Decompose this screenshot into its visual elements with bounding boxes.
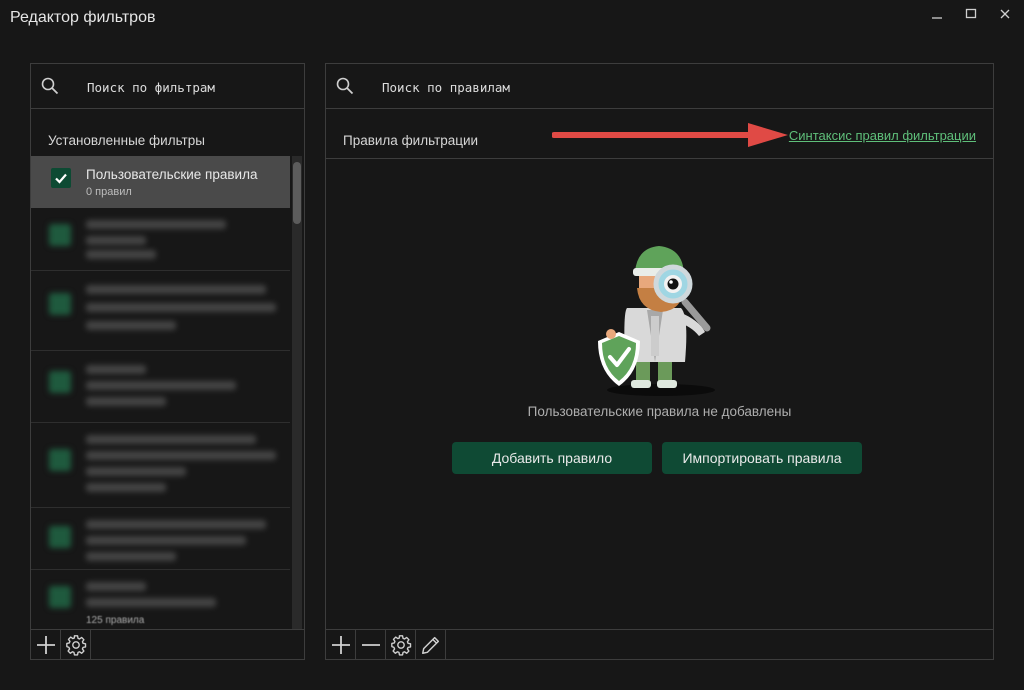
checkbox[interactable] bbox=[49, 371, 71, 393]
annotation-arrow-icon bbox=[552, 123, 788, 147]
edit-rule-button[interactable] bbox=[416, 630, 446, 659]
maximize-icon bbox=[965, 8, 977, 19]
maximize-button[interactable] bbox=[956, 4, 986, 24]
user-rules-count: 0 правил bbox=[86, 186, 132, 198]
list-item[interactable] bbox=[31, 271, 290, 351]
blurred-text bbox=[86, 552, 176, 561]
user-rules-name: Пользовательские правила bbox=[86, 167, 258, 182]
detective-illustration bbox=[598, 246, 715, 396]
add-filter-button[interactable] bbox=[31, 630, 61, 659]
filters-panel: Установленные фильтры Пользовательские п… bbox=[30, 63, 305, 660]
checkbox[interactable] bbox=[49, 293, 71, 315]
checkbox[interactable] bbox=[49, 526, 71, 548]
rule-settings-button[interactable] bbox=[386, 630, 416, 659]
remove-rule-button[interactable] bbox=[356, 630, 386, 659]
search-icon bbox=[41, 77, 59, 100]
blurred-text bbox=[86, 321, 176, 330]
blurred-text bbox=[86, 582, 146, 591]
list-item[interactable] bbox=[31, 208, 290, 271]
filters-search-bar bbox=[31, 64, 304, 109]
blurred-text bbox=[86, 365, 146, 374]
blurred-text bbox=[86, 250, 156, 259]
checkbox[interactable] bbox=[49, 449, 71, 471]
syntax-rules-link[interactable]: Синтаксис правил фильтрации bbox=[789, 128, 976, 143]
blurred-text bbox=[86, 397, 166, 406]
partial-rule-count: 125 правила bbox=[86, 615, 145, 626]
blurred-text bbox=[86, 220, 226, 229]
blurred-text bbox=[86, 483, 166, 492]
checkbox[interactable] bbox=[49, 224, 71, 246]
blurred-text bbox=[86, 451, 276, 460]
filters-scrollbar[interactable] bbox=[292, 156, 302, 629]
list-item[interactable] bbox=[31, 351, 290, 423]
search-icon bbox=[336, 77, 354, 100]
add-rule-button[interactable]: Добавить правило bbox=[452, 442, 652, 474]
blurred-text bbox=[86, 520, 266, 529]
close-button[interactable] bbox=[990, 4, 1020, 24]
minimize-icon bbox=[932, 17, 942, 19]
empty-state-message: Пользовательские правила не добавлены bbox=[527, 404, 792, 419]
blurred-text bbox=[86, 598, 216, 607]
rules-panel: Правила фильтрации Синтаксис правил филь… bbox=[325, 63, 994, 660]
checkmark-icon bbox=[55, 173, 67, 184]
filters-search-input[interactable] bbox=[87, 76, 287, 98]
installed-filters-title: Установленные фильтры bbox=[48, 133, 205, 148]
scrollbar-thumb[interactable] bbox=[293, 162, 301, 224]
blurred-text bbox=[86, 435, 256, 444]
window-title: Редактор фильтров bbox=[10, 9, 156, 26]
filters-list: Пользовательские правила 0 правил 125 пр… bbox=[31, 156, 304, 629]
list-item[interactable] bbox=[31, 508, 290, 570]
blurred-text bbox=[86, 285, 266, 294]
plus-icon bbox=[36, 635, 55, 654]
blurred-text bbox=[86, 236, 146, 245]
rules-search-bar bbox=[326, 64, 993, 109]
filtering-rules-title: Правила фильтрации bbox=[343, 133, 479, 148]
filter-settings-button[interactable] bbox=[61, 630, 91, 659]
blurred-text bbox=[86, 467, 186, 476]
blurred-text bbox=[86, 381, 236, 390]
rules-toolbar bbox=[326, 629, 993, 659]
user-rules-checkbox[interactable] bbox=[51, 168, 71, 188]
list-item[interactable]: 125 правила bbox=[31, 570, 290, 629]
list-item-user-rules[interactable]: Пользовательские правила 0 правил bbox=[31, 156, 290, 208]
rules-header: Правила фильтрации Синтаксис правил филь… bbox=[326, 109, 993, 159]
gear-icon bbox=[390, 634, 411, 656]
blurred-text bbox=[86, 303, 276, 312]
import-rules-button[interactable]: Импортировать правила bbox=[662, 442, 862, 474]
filters-toolbar bbox=[31, 629, 304, 659]
minimize-button[interactable] bbox=[922, 4, 952, 24]
plus-icon bbox=[331, 635, 350, 654]
rules-search-input[interactable] bbox=[382, 76, 582, 98]
gear-icon bbox=[65, 634, 86, 656]
minus-icon bbox=[361, 643, 380, 646]
blurred-text bbox=[86, 536, 246, 545]
add-rule-toolbar-button[interactable] bbox=[326, 630, 356, 659]
list-item[interactable] bbox=[31, 423, 290, 508]
pencil-icon bbox=[421, 636, 439, 654]
checkbox[interactable] bbox=[49, 586, 71, 608]
close-icon bbox=[1000, 9, 1010, 19]
